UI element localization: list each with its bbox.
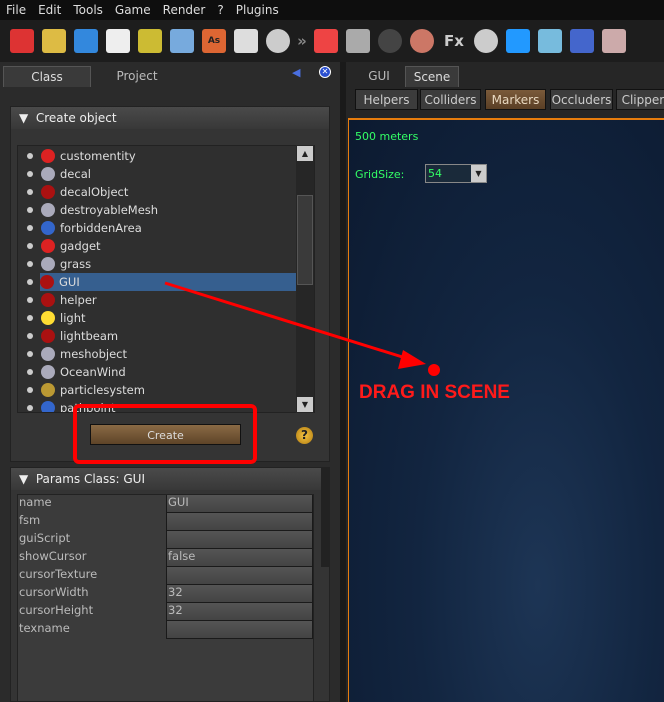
arrow-line	[164, 281, 413, 362]
drop-target-dot	[428, 364, 440, 376]
drag-arrow	[164, 281, 440, 376]
drag-in-scene-annotation: DRAG IN SCENE	[359, 382, 510, 403]
arrow-head	[398, 350, 426, 369]
